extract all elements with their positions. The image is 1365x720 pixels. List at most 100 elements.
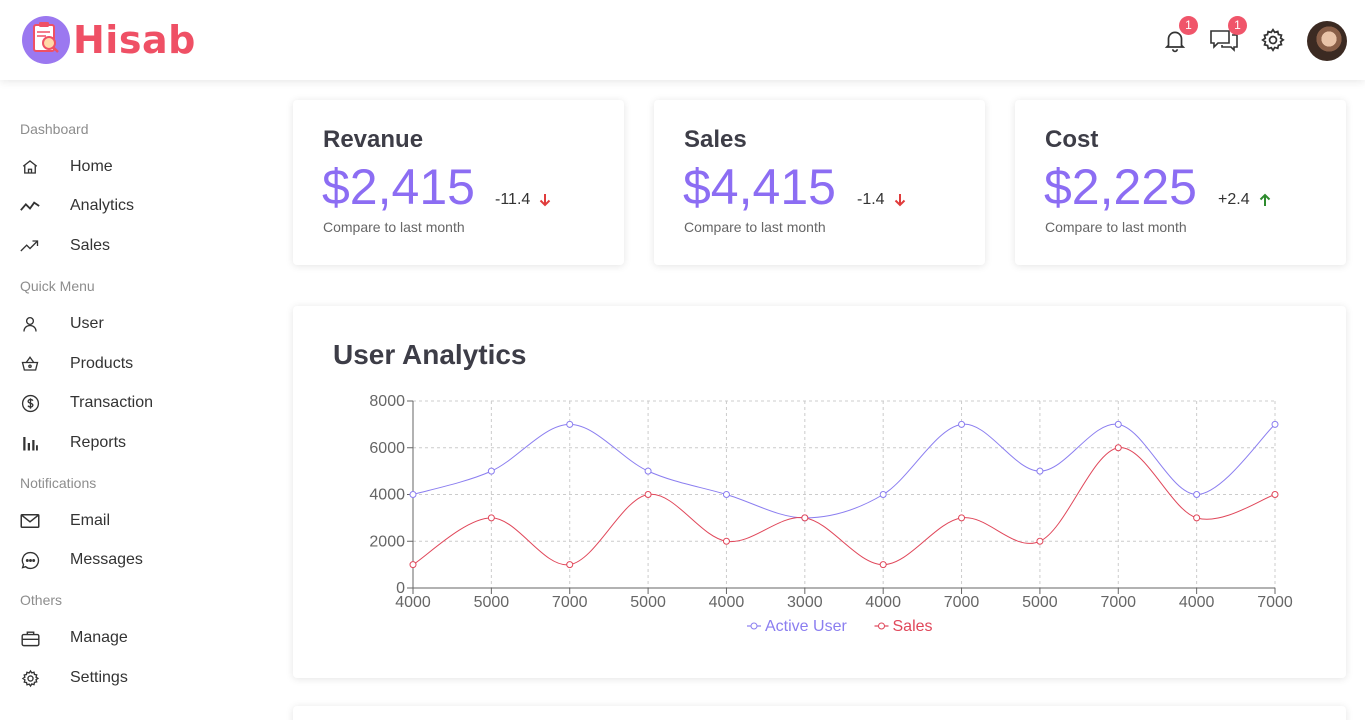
sidebar-item-analytics[interactable]: Analytics — [20, 191, 250, 221]
data-point — [1036, 537, 1044, 545]
logo-text: Hisab — [73, 18, 196, 62]
data-point — [1114, 444, 1122, 452]
sales-card: Sales $4,415 -1.4 Compare to last month — [654, 100, 985, 265]
data-point — [1114, 420, 1122, 428]
next-card — [293, 706, 1346, 720]
card-rate: +2.4 — [1218, 191, 1250, 208]
card-rate: -1.4 — [857, 191, 885, 208]
legend-label: Active User — [765, 618, 847, 635]
sidebar-item-user[interactable]: User — [20, 309, 250, 339]
basket-icon — [20, 354, 40, 374]
data-point — [487, 514, 495, 522]
section-title-quick-menu: Quick Menu — [20, 278, 95, 294]
card-value: $2,225 — [1044, 159, 1197, 215]
card-value: $4,415 — [683, 159, 836, 215]
sidebar-item-sales[interactable]: Sales — [20, 231, 250, 261]
logo[interactable]: Hisab — [22, 16, 196, 64]
x-tick-label: 7000 — [1257, 594, 1293, 611]
sidebar-item-label: Home — [70, 158, 113, 175]
arrow-down-icon — [894, 194, 905, 207]
sidebar-item-manage[interactable]: Manage — [20, 623, 250, 653]
dollar-icon — [20, 393, 40, 413]
series-line-1 — [412, 447, 1276, 566]
y-tick-label: 6000 — [369, 440, 405, 457]
sidebar-item-home[interactable]: Home — [20, 152, 250, 182]
data-point — [644, 491, 652, 498]
data-point — [722, 491, 730, 498]
data-point — [644, 467, 652, 475]
user-analytics-chart: 020004000600080004000 5000 7000 5000 4000 300… — [369, 393, 1293, 635]
user-icon — [20, 314, 40, 334]
messages-badge: 1 — [1228, 16, 1247, 35]
sidebar-item-label: Messages — [70, 551, 143, 568]
x-tick-label: 7000 — [552, 594, 588, 611]
sidebar-item-label: Transaction — [70, 394, 153, 411]
notifications-button[interactable]: 1 — [1160, 16, 1198, 55]
card-title: Cost — [1045, 126, 1099, 153]
data-point — [566, 561, 574, 569]
logo-clipboard-icon — [22, 16, 70, 64]
y-tick-label: 8000 — [369, 393, 405, 410]
gear-icon — [1261, 28, 1285, 52]
data-point — [409, 561, 417, 569]
section-title-dashboard: Dashboard — [20, 121, 89, 137]
card-subtitle: Compare to last month — [684, 219, 826, 235]
series-line-0 — [412, 423, 1276, 519]
legend-marker — [878, 622, 885, 630]
sidebar-item-reports[interactable]: Reports — [20, 428, 250, 458]
user-analytics-card: User Analytics 0 2000 4000 6000 8000 4000 5000… — [293, 306, 1346, 678]
x-tick-label: 3000 — [787, 594, 823, 611]
legend-label: Sales — [893, 618, 933, 635]
data-point — [1036, 467, 1044, 475]
card-rate: -11.4 — [495, 191, 531, 208]
x-tick-label: 5000 — [1022, 594, 1058, 611]
card-title: Sales — [684, 126, 747, 153]
x-tick-label: 4000 — [709, 594, 745, 611]
notifications-badge: 1 — [1179, 16, 1198, 35]
card-subtitle: Compare to last month — [1045, 219, 1187, 235]
trending-up-icon — [20, 236, 40, 256]
sidebar-item-label: Products — [70, 355, 134, 372]
sidebar-item-products[interactable]: Products — [20, 349, 250, 379]
x-tick-label: 7000 — [1100, 594, 1136, 611]
sidebar-item-label: Reports — [70, 434, 127, 451]
data-point — [801, 514, 809, 522]
data-point — [958, 514, 966, 522]
briefcase-icon — [20, 628, 40, 648]
sidebar-item-label: Sales — [70, 237, 111, 254]
legend-marker — [750, 622, 758, 630]
arrow-down-icon — [540, 194, 551, 207]
card-title: Revanue — [323, 126, 424, 153]
settings-icon — [20, 668, 40, 688]
home-icon — [20, 157, 40, 177]
avatar[interactable] — [1307, 21, 1347, 61]
data-point — [1271, 491, 1279, 498]
sidebar-item-transaction[interactable]: Transaction — [20, 388, 250, 418]
data-point — [1271, 420, 1279, 428]
sidebar-item-email[interactable]: Email — [20, 506, 250, 536]
settings-button[interactable] — [1258, 25, 1288, 55]
mail-icon — [20, 511, 40, 531]
y-tick-label: 4000 — [369, 487, 405, 504]
data-point — [566, 420, 574, 428]
section-title-notifications: Notifications — [20, 475, 97, 491]
top-bar: Hisab 1 1 — [0, 0, 1365, 80]
card-value: $2,415 — [322, 159, 475, 215]
chat-icon — [20, 550, 40, 570]
data-point — [409, 491, 417, 498]
section-title-others: Others — [20, 592, 63, 608]
data-point — [879, 491, 887, 498]
sidebar-item-settings[interactable]: Settings — [20, 663, 250, 693]
x-tick-label: 5000 — [474, 594, 510, 611]
messages-button[interactable]: 1 — [1209, 16, 1247, 55]
data-point — [1193, 491, 1201, 498]
x-tick-label: 7000 — [944, 594, 980, 611]
bar-chart-icon — [20, 433, 40, 453]
x-tick-label: 4000 — [865, 594, 901, 611]
sidebar: Dashboard Home Analytics Sales Quick Men… — [0, 80, 270, 720]
x-tick-label: 4000 — [1179, 594, 1215, 611]
sidebar-item-messages[interactable]: Messages — [20, 545, 250, 575]
revenue-card: Revanue $2,415 -11.4 Compare to last mon… — [293, 100, 624, 265]
sidebar-item-label: Manage — [70, 629, 128, 646]
data-point — [722, 537, 730, 545]
